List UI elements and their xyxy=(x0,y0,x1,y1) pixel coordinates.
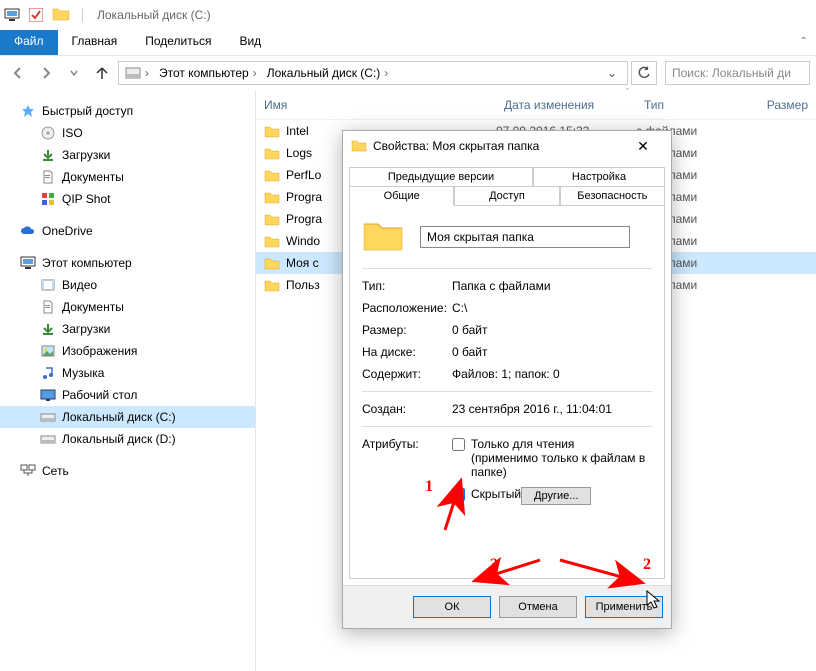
readonly-checkbox[interactable]: Только для чтения(применимо только к фай… xyxy=(452,437,652,479)
desktop-icon xyxy=(40,387,56,403)
cloud-icon xyxy=(20,223,36,239)
sort-indicator-icon: ˆ xyxy=(626,87,629,97)
tree-downloads[interactable]: Загрузки xyxy=(0,318,255,340)
tree-drive-c[interactable]: Локальный диск (C:) xyxy=(0,406,255,428)
apply-button[interactable]: Применить xyxy=(585,596,663,618)
dialog-titlebar[interactable]: Свойства: Моя скрытая папка ✕ xyxy=(343,131,671,161)
music-icon xyxy=(40,365,56,381)
crumb-current[interactable]: Локальный диск (C:)› xyxy=(263,62,393,84)
tab-sharing[interactable]: Доступ xyxy=(454,186,559,206)
hidden-checkbox[interactable]: Скрытый xyxy=(452,487,521,501)
tree-onedrive[interactable]: OneDrive xyxy=(0,220,255,242)
disc-icon xyxy=(40,125,56,141)
tab-prev-versions[interactable]: Предыдущие версии xyxy=(349,167,533,187)
folder-large-icon xyxy=(362,216,404,258)
tab-view[interactable]: Вид xyxy=(225,30,275,55)
tree-iso[interactable]: ISO xyxy=(0,122,255,144)
navigation-bar: › Этот компьютер› Локальный диск (C:)› ⌄… xyxy=(0,56,816,90)
folder-name-input[interactable] xyxy=(420,226,630,248)
tree-videos[interactable]: Видео xyxy=(0,274,255,296)
tree-downloads-q[interactable]: Загрузки xyxy=(0,144,255,166)
tree-pictures[interactable]: Изображения xyxy=(0,340,255,362)
download-icon xyxy=(40,321,56,337)
tree-music[interactable]: Музыка xyxy=(0,362,255,384)
ok-button[interactable]: ОК xyxy=(413,596,491,618)
tree-documents-q[interactable]: Документы xyxy=(0,166,255,188)
document-icon xyxy=(40,169,56,185)
column-headers[interactable]: ˆ Имя Дата изменения Тип Размер xyxy=(256,90,816,120)
tab-file[interactable]: Файл xyxy=(0,30,58,55)
col-type[interactable]: Тип xyxy=(636,98,736,112)
crumb-drive-icon[interactable]: › xyxy=(121,62,153,84)
tab-customize[interactable]: Настройка xyxy=(533,167,665,187)
navigation-tree: Быстрый доступ ISO Загрузки Документы QI… xyxy=(0,90,256,671)
download-icon xyxy=(40,147,56,163)
ribbon-tabs: Файл Главная Поделиться Вид ˆ xyxy=(0,30,816,56)
qip-icon xyxy=(40,191,56,207)
cancel-button[interactable]: Отмена xyxy=(499,596,577,618)
window-title: Локальный диск (C:) xyxy=(97,8,211,22)
window-titlebar: Локальный диск (C:) xyxy=(0,0,816,30)
tab-security[interactable]: Безопасность xyxy=(560,186,665,206)
address-bar[interactable]: › Этот компьютер› Локальный диск (C:)› ⌄ xyxy=(118,61,628,85)
document-icon xyxy=(40,299,56,315)
recent-dropdown[interactable] xyxy=(62,61,86,85)
back-button[interactable] xyxy=(6,61,30,85)
properties-dialog: Свойства: Моя скрытая папка ✕ Предыдущие… xyxy=(342,130,672,629)
tree-drive-d[interactable]: Локальный диск (D:) xyxy=(0,428,255,450)
drive-icon xyxy=(40,431,56,447)
close-button[interactable]: ✕ xyxy=(623,132,663,160)
star-icon xyxy=(20,103,36,119)
network-icon xyxy=(20,463,36,479)
forward-button[interactable] xyxy=(34,61,58,85)
qat-computer-icon xyxy=(4,7,20,23)
up-button[interactable] xyxy=(90,61,114,85)
video-icon xyxy=(40,277,56,293)
other-attributes-button[interactable]: Другие... xyxy=(521,487,591,505)
col-name[interactable]: Имя xyxy=(256,98,496,112)
tree-thispc[interactable]: Этот компьютер xyxy=(0,252,255,274)
tab-general[interactable]: Общие xyxy=(349,186,454,206)
tree-desktop[interactable]: Рабочий стол xyxy=(0,384,255,406)
tab-home[interactable]: Главная xyxy=(58,30,132,55)
col-size[interactable]: Размер xyxy=(736,98,816,112)
tree-documents[interactable]: Документы xyxy=(0,296,255,318)
refresh-button[interactable] xyxy=(631,61,657,85)
tree-network[interactable]: Сеть xyxy=(0,460,255,482)
address-dropdown-icon[interactable]: ⌄ xyxy=(599,66,625,80)
tab-share[interactable]: Поделиться xyxy=(131,30,225,55)
tree-qipshot[interactable]: QIP Shot xyxy=(0,188,255,210)
col-date[interactable]: Дата изменения xyxy=(496,98,636,112)
qat-properties-icon[interactable] xyxy=(28,7,44,23)
tree-quick-access[interactable]: Быстрый доступ xyxy=(0,100,255,122)
crumb-thispc[interactable]: Этот компьютер› xyxy=(155,62,261,84)
drive-icon xyxy=(40,409,56,425)
folder-icon xyxy=(351,138,367,154)
picture-icon xyxy=(40,343,56,359)
search-input[interactable]: Поиск: Локальный ди xyxy=(665,61,810,85)
qat-folder-icon xyxy=(52,6,70,24)
dialog-title: Свойства: Моя скрытая папка xyxy=(373,139,539,153)
ribbon-collapse-icon[interactable]: ˆ xyxy=(791,30,816,55)
computer-icon xyxy=(20,255,36,271)
